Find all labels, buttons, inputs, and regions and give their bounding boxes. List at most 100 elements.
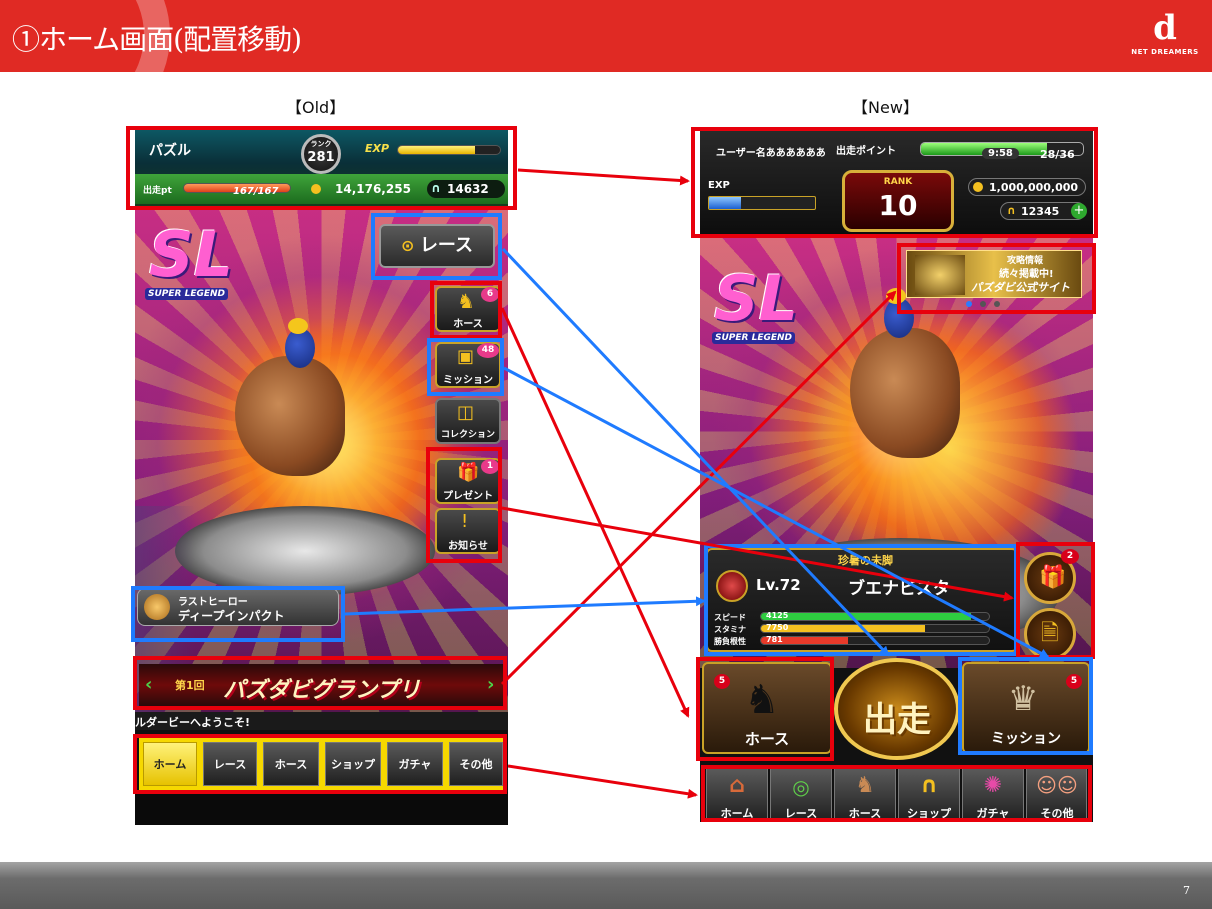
banner-horse-image xyxy=(915,255,965,295)
coin-icon xyxy=(973,182,983,192)
old-present-badge: 1 xyxy=(481,459,499,474)
old-race-button[interactable]: ⊙ レース xyxy=(379,224,495,268)
old-horse-plate-line1: ラストヒーロー xyxy=(178,597,248,608)
new-notice-button[interactable]: 🗎 xyxy=(1024,608,1076,660)
old-notice-button[interactable]: ! お知らせ xyxy=(435,508,501,554)
present-icon: 🎁 xyxy=(1039,565,1067,590)
new-mission-button[interactable]: ♛ ミッション 5 xyxy=(962,662,1090,754)
new-status-panel: ユーザー名ああああああ 出走ポイント 9:58 28/36 EXP RANK 1… xyxy=(700,128,1093,238)
stat-guts-value: 781 xyxy=(766,635,783,644)
old-horse-button[interactable]: ♞ ホース 6 xyxy=(435,286,501,332)
tab-race[interactable]: ◎ レース xyxy=(770,768,832,822)
new-rank-label: RANK xyxy=(883,177,913,187)
tab-home-label: ホーム xyxy=(720,807,754,820)
new-mission-badge: 5 xyxy=(1066,674,1082,689)
old-rank-label: ランク xyxy=(310,140,332,148)
stat-stamina-bar xyxy=(760,624,990,633)
tab-shop[interactable]: ∩ ショップ xyxy=(898,768,960,822)
horse-card-level: Lv.72 xyxy=(756,576,801,594)
horseshoe-icon: ∩ xyxy=(920,773,938,798)
tab-horse[interactable]: ホース xyxy=(263,742,319,786)
new-present-button[interactable]: 🎁 2 xyxy=(1024,549,1079,604)
notice-icon: 🗎 xyxy=(1041,621,1059,646)
tab-gacha[interactable]: ✺ ガチャ xyxy=(962,768,1024,822)
stat-stamina-value: 7750 xyxy=(766,623,789,632)
horse-stat-list: スピード 4125 スタミナ 7750 勝負根性 781 xyxy=(714,611,1014,650)
new-panel-label: 【New】 xyxy=(852,98,919,117)
tab-horse[interactable]: ♞ ホース xyxy=(834,768,896,822)
trophy-pedestal xyxy=(175,506,435,596)
slide-footer: 7 xyxy=(0,862,1212,909)
old-ticker-text: ルダービーへようこそ! xyxy=(135,716,251,729)
old-news-ticker: ルダービーへようこそ! xyxy=(135,712,508,730)
tab-shop-label: ショップ xyxy=(907,807,951,820)
old-notice-button-label: お知らせ xyxy=(448,541,488,552)
new-horse-card[interactable]: 珍暑の未脚 Lv.72 ブエナビスタ スピード 4125 スタミナ 7750 勝… xyxy=(706,548,1018,652)
tab-other[interactable]: ☺☺ その他 xyxy=(1026,768,1087,822)
add-ticket-button[interactable]: + xyxy=(1071,203,1087,219)
tab-gacha-label: ガチャ xyxy=(976,807,1010,820)
tab-shop[interactable]: ショップ xyxy=(325,742,381,786)
horseshoe-icon: ⊙ xyxy=(400,236,420,255)
old-mission-button[interactable]: ▣ ミッション 48 xyxy=(435,342,501,388)
tab-other-label: その他 xyxy=(1040,807,1074,820)
tab-home[interactable]: ホーム xyxy=(143,742,197,786)
other-icon: ☺☺ xyxy=(1036,773,1078,797)
stat-guts-label: 勝負根性 xyxy=(714,637,746,646)
old-collection-button[interactable]: ◫ コレクション xyxy=(435,398,501,444)
stat-speed-label: スピード xyxy=(714,613,746,622)
new-coin-box: 1,000,000,000 xyxy=(968,178,1086,196)
old-rank-emblem: ランク 281 xyxy=(301,134,341,174)
new-pt-value: 28/36 xyxy=(1040,148,1075,161)
new-coins: 1,000,000,000 xyxy=(989,181,1079,194)
old-tab-bar: ホーム レース ホース ショップ ガチャ その他 xyxy=(139,738,505,790)
chevron-left-icon: ‹ xyxy=(145,674,153,695)
horse-card-name: ブエナビスタ xyxy=(848,579,950,599)
dot-icon xyxy=(980,301,986,307)
old-status-panel: パズル ランク 281 EXP 出走pt 167/167 14,176,255 … xyxy=(135,128,508,206)
tab-gacha[interactable]: ガチャ xyxy=(387,742,443,786)
new-exp-label: EXP xyxy=(708,180,730,191)
new-horse-badge: 5 xyxy=(714,674,730,689)
old-rank-value: 281 xyxy=(307,150,335,165)
official-site-banner[interactable]: 攻略情報 続々掲載中! パズダビ公式サイト xyxy=(906,250,1082,298)
new-horse-button[interactable]: ♞ ホース 5 xyxy=(702,662,832,754)
old-exp-label: EXP xyxy=(365,142,390,155)
jockey-cap xyxy=(886,288,906,304)
game-logo-sub: SUPER LEGEND xyxy=(145,288,229,300)
tab-race[interactable]: レース xyxy=(203,742,257,786)
old-exp-bar xyxy=(397,145,501,155)
new-username: ユーザー名ああああああ xyxy=(716,148,826,159)
horse-card-title: 珍暑の未脚 xyxy=(838,554,893,567)
old-horse-plate[interactable]: ラストヒーロー ディープインパクト xyxy=(137,588,339,626)
game-logo: SL xyxy=(714,262,799,335)
mission-icon: ▣ xyxy=(457,346,475,367)
horseshoe-icon: ∩ xyxy=(1007,204,1016,217)
new-horse-button-label: ホース xyxy=(744,730,790,748)
old-horse-button-label: ホース xyxy=(453,319,483,330)
banner-page-dots xyxy=(966,300,1016,308)
arrow-status xyxy=(517,168,690,186)
horse-image xyxy=(850,328,960,458)
slide-header: ①ホーム画面(配置移動) d NET DREAMERS xyxy=(0,0,1212,72)
new-pt-timer: 9:58 xyxy=(982,148,1019,159)
horseshoe-icon: ∩ xyxy=(431,181,441,195)
tab-race-label: レース xyxy=(784,807,818,820)
game-logo: SL xyxy=(149,218,234,291)
new-pt-label: 出走ポイント xyxy=(836,146,896,157)
old-event-banner[interactable]: ‹ 第1回 パズダビグランプリ › xyxy=(139,664,505,706)
horse-icon: ♞ xyxy=(855,773,875,798)
start-race-button[interactable]: 出走 xyxy=(834,658,960,760)
old-bottom-strip xyxy=(135,792,508,825)
old-present-button-label: プレゼント xyxy=(443,491,493,502)
collection-icon: ◫ xyxy=(457,402,475,423)
arrow-horse-button xyxy=(500,307,690,718)
new-tab-bar: ⌂ ホーム ◎ レース ♞ ホース ∩ ショップ ✺ ガチャ ☺☺ その他 xyxy=(704,768,1089,822)
new-ticket-box: ∩ 12345 + xyxy=(1000,202,1087,220)
company-logo: d NET DREAMERS xyxy=(1128,8,1202,66)
arrow-tabs xyxy=(507,764,698,799)
old-present-button[interactable]: 🎁 プレゼント 1 xyxy=(435,458,501,504)
tab-other[interactable]: その他 xyxy=(449,742,503,786)
notice-icon: ! xyxy=(461,511,469,532)
tab-home[interactable]: ⌂ ホーム xyxy=(706,768,768,822)
